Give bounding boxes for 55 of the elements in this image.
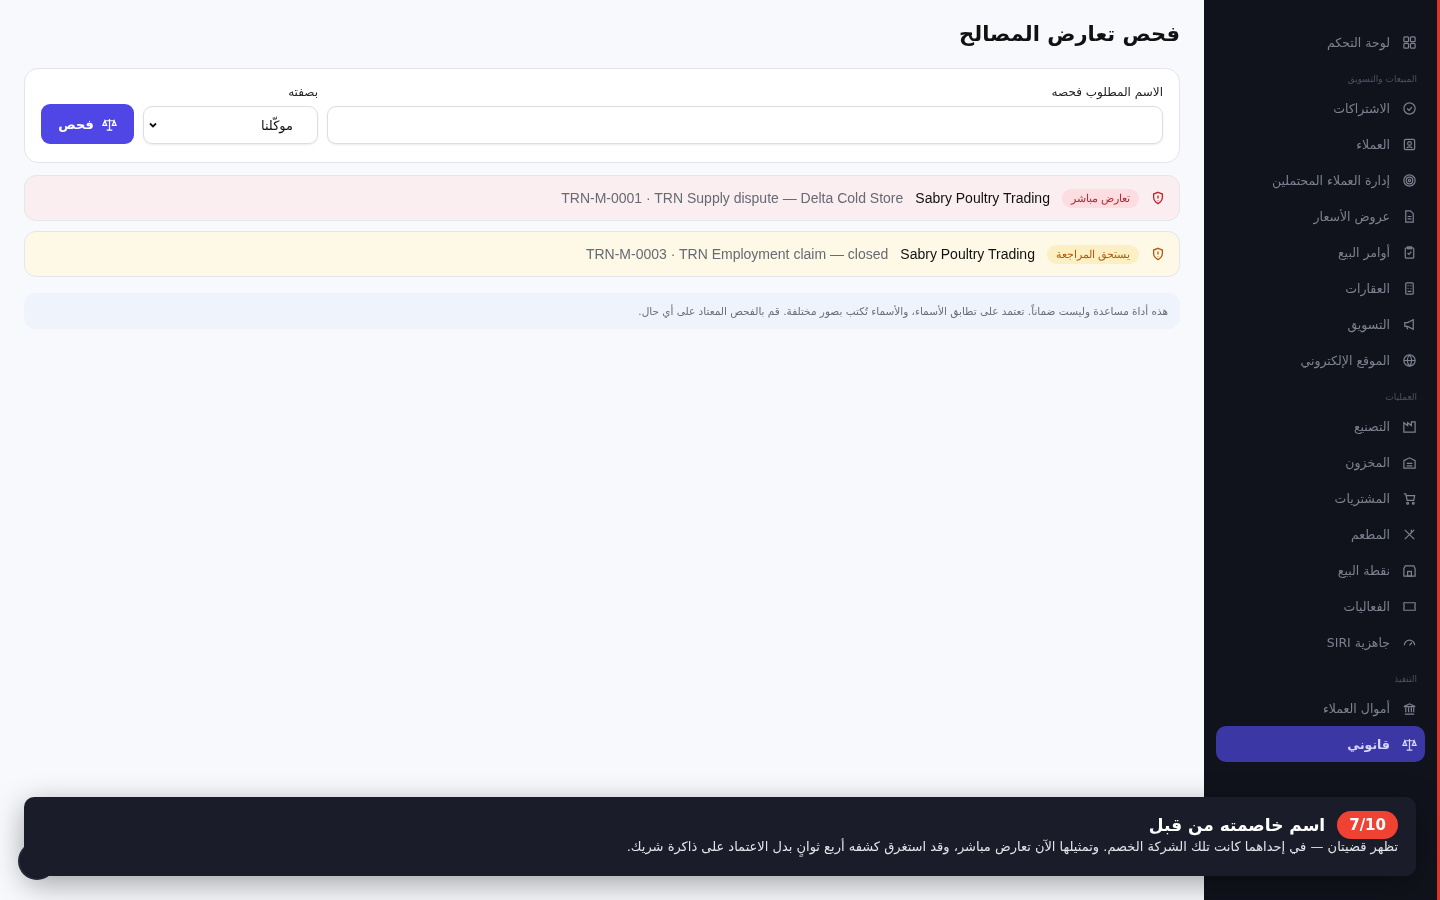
sidebar-item[interactable]: عروض الأسعار <box>1216 198 1425 234</box>
page-title: فحص تعارض المصالح <box>958 22 1180 46</box>
sidebar-item[interactable]: التصنيع <box>1216 408 1425 444</box>
party-name: Sabry Poultry Trading <box>915 190 1050 206</box>
factory-icon <box>1402 418 1417 434</box>
sidebar-item[interactable]: الموقع الإلكتروني <box>1216 342 1425 378</box>
sidebar-section-label: العمليات <box>1384 391 1418 404</box>
sidebar-section-label: المبيعات والتسويق <box>1346 73 1418 86</box>
status-badge: تعارض مباشر <box>1061 188 1139 208</box>
sidebar-item[interactable]: جاهزية SIRI <box>1216 624 1425 660</box>
matter-text: TRN-M-0003 · TRN Employment claim — closed <box>585 246 889 262</box>
scales-icon <box>1402 736 1417 752</box>
sidebar-item[interactable]: إدارة العملاء المحتملين <box>1216 162 1425 198</box>
sidebar-item[interactable]: الفعاليات <box>1216 588 1425 624</box>
field-label: الاسم المطلوب فحصه <box>1050 85 1163 99</box>
disclaimer-text: هذه أداة مساعدة وليست ضماناً. تعتمد على تطابق الأسماء، والأسماء تُكتب بصور مختلفة. قم بالفحص المعتاد على أي حال. <box>638 305 1168 317</box>
party-name: Sabry Poultry Trading <box>900 246 1035 262</box>
sidebar-item[interactable]: نقطة البيع <box>1216 552 1425 588</box>
person-icon <box>1402 136 1417 152</box>
scales-icon <box>101 116 117 132</box>
mega-icon <box>1402 316 1417 332</box>
sidebar-item[interactable]: لوحة التحكم <box>1216 24 1425 60</box>
globe-icon <box>1402 352 1417 368</box>
sidebar-item[interactable]: المخزون <box>1216 444 1425 480</box>
sidebar-item[interactable]: أموال العملاء <box>1216 690 1425 726</box>
cart-icon <box>1402 490 1417 506</box>
target-icon <box>1402 172 1417 188</box>
sidebar-item[interactable]: الاشتراكات <box>1216 90 1425 126</box>
sidebar-item[interactable]: المطعم <box>1216 516 1425 552</box>
sidebar-section-label: التنفيذ <box>1393 673 1418 686</box>
step-counter: 7/10 <box>1337 811 1398 839</box>
matter-text: TRN-M-0001 · TRN Supply dispute — Delta Cold Store <box>561 190 904 206</box>
grid-icon <box>1402 34 1417 50</box>
sidebar-item[interactable]: أوامر البيع <box>1216 234 1425 270</box>
sidebar-item[interactable]: المشتريات <box>1216 480 1425 516</box>
shield-alert-icon <box>1151 247 1165 261</box>
sidebar-item[interactable]: العقارات <box>1216 270 1425 306</box>
box-icon <box>1402 454 1417 470</box>
sidebar-item[interactable]: العملاء <box>1216 126 1425 162</box>
field-label: بصفته <box>287 85 318 99</box>
sidebar-item[interactable]: التسويق <box>1216 306 1425 342</box>
shield-alert-icon <box>1151 191 1165 205</box>
role-select[interactable]: موكّلنا <box>143 106 318 144</box>
bank-icon <box>1402 700 1417 716</box>
check-icon <box>1402 100 1417 116</box>
sidebar-item[interactable]: قانوني <box>1216 726 1425 762</box>
clip-icon <box>1402 244 1417 260</box>
doc-icon <box>1402 208 1417 224</box>
caret-icon <box>148 120 158 130</box>
name-input-field[interactable] <box>327 106 1163 144</box>
store-icon <box>1402 562 1417 578</box>
tour-title: اسم خاصمته من قبل <box>1148 815 1326 835</box>
status-badge: يستحق المراجعة <box>1046 244 1139 264</box>
check-button[interactable]: فحص <box>41 104 134 144</box>
building-icon <box>1402 280 1417 296</box>
